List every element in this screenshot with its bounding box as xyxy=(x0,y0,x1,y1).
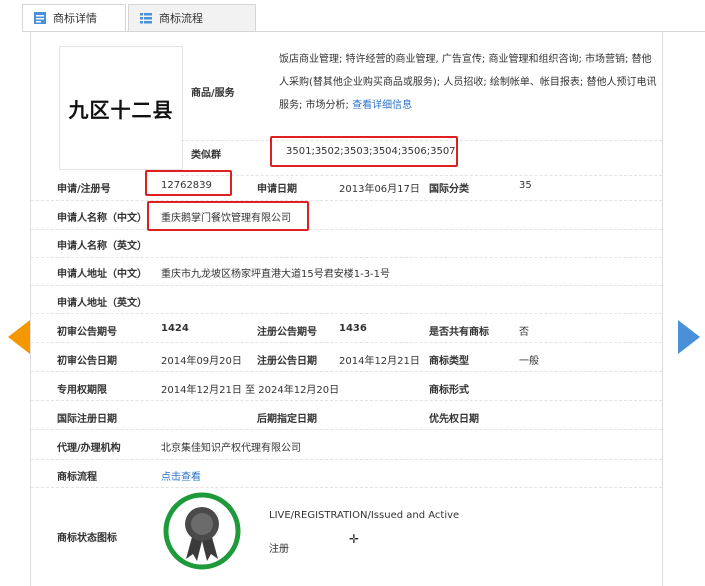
prelim-date-value: 2014年09月20日 xyxy=(161,356,242,367)
list-icon xyxy=(139,11,153,25)
exclusive-period-label: 专用权期限 xyxy=(57,385,107,396)
prelim-date-label: 初审公告日期 xyxy=(57,356,117,367)
reg-issue-value: 1436 xyxy=(339,323,367,334)
address-cn-value: 重庆市九龙坡区杨家坪直港大道15号君安楼1-3-1号 xyxy=(161,269,391,280)
next-arrow-icon[interactable] xyxy=(678,320,700,354)
tab-trademark-details[interactable]: 商标详情 xyxy=(22,4,126,32)
prelim-issue-label: 初审公告期号 xyxy=(57,327,117,338)
table-row xyxy=(31,400,662,430)
exclusive-period-value: 2014年12月21日 至 2024年12月20日 xyxy=(161,385,340,396)
prelim-issue-value: 1424 xyxy=(161,323,189,334)
intl-class-label: 国际分类 xyxy=(429,184,469,195)
similar-group-label: 类似群 xyxy=(191,150,221,161)
shared-label: 是否共有商标 xyxy=(429,327,489,338)
reg-number-label: 申请/注册号 xyxy=(57,184,111,195)
tab-bar: 商标详情 商标流程 xyxy=(0,0,705,32)
address-cn-label: 申请人地址（中文） xyxy=(57,269,147,280)
status-cn-value: 注册 xyxy=(269,544,289,555)
table-row xyxy=(31,459,662,488)
document-icon xyxy=(33,11,47,25)
reg-issue-label: 注册公告期号 xyxy=(257,327,317,338)
status-en-value: LIVE/REGISTRATION/Issued and Active xyxy=(269,510,460,521)
intl-class-value: 35 xyxy=(519,180,532,191)
priority-date-label: 优先权日期 xyxy=(429,414,479,425)
later-date-label: 后期指定日期 xyxy=(257,414,317,425)
trademark-detail-panel: 九区十二县 商品/服务 饭店商业管理; 特许经营的商业管理, 广告宣传; 商业管… xyxy=(30,32,663,586)
intl-reg-date-label: 国际注册日期 xyxy=(57,414,117,425)
previous-arrow-icon[interactable] xyxy=(8,320,30,354)
tab-trademark-process[interactable]: 商标流程 xyxy=(128,4,256,32)
apply-date-label: 申请日期 xyxy=(257,184,297,195)
agent-label: 代理/办理机构 xyxy=(57,443,121,454)
table-row xyxy=(31,429,662,460)
highlight-box xyxy=(270,136,458,167)
table-row xyxy=(31,371,662,401)
tm-type-label: 商标类型 xyxy=(429,356,469,367)
apply-date-value: 2013年06月17日 xyxy=(339,184,420,195)
tm-type-value: 一般 xyxy=(519,356,539,367)
status-icon-label: 商标状态图标 xyxy=(57,533,117,544)
move-cursor-icon: ✛ xyxy=(349,532,360,546)
table-row xyxy=(31,487,662,586)
shared-value: 否 xyxy=(519,327,529,338)
registered-status-seal-icon xyxy=(163,492,241,570)
view-process-link[interactable]: 点击查看 xyxy=(161,468,201,483)
tm-form-label: 商标形式 xyxy=(429,385,469,396)
reg-date-label: 注册公告日期 xyxy=(257,356,317,367)
applicant-en-label: 申请人名称（英文） xyxy=(57,241,147,252)
tab-label: 商标详情 xyxy=(53,12,97,25)
tab-label: 商标流程 xyxy=(159,12,203,25)
address-en-label: 申请人地址（英文） xyxy=(57,298,147,309)
process-label: 商标流程 xyxy=(57,472,97,483)
agent-value: 北京集佳知识产权代理有限公司 xyxy=(161,443,301,454)
highlight-box xyxy=(147,201,309,231)
highlight-box xyxy=(145,170,232,196)
reg-date-value: 2014年12月21日 xyxy=(339,356,420,367)
applicant-cn-label: 申请人名称（中文） xyxy=(57,213,147,224)
